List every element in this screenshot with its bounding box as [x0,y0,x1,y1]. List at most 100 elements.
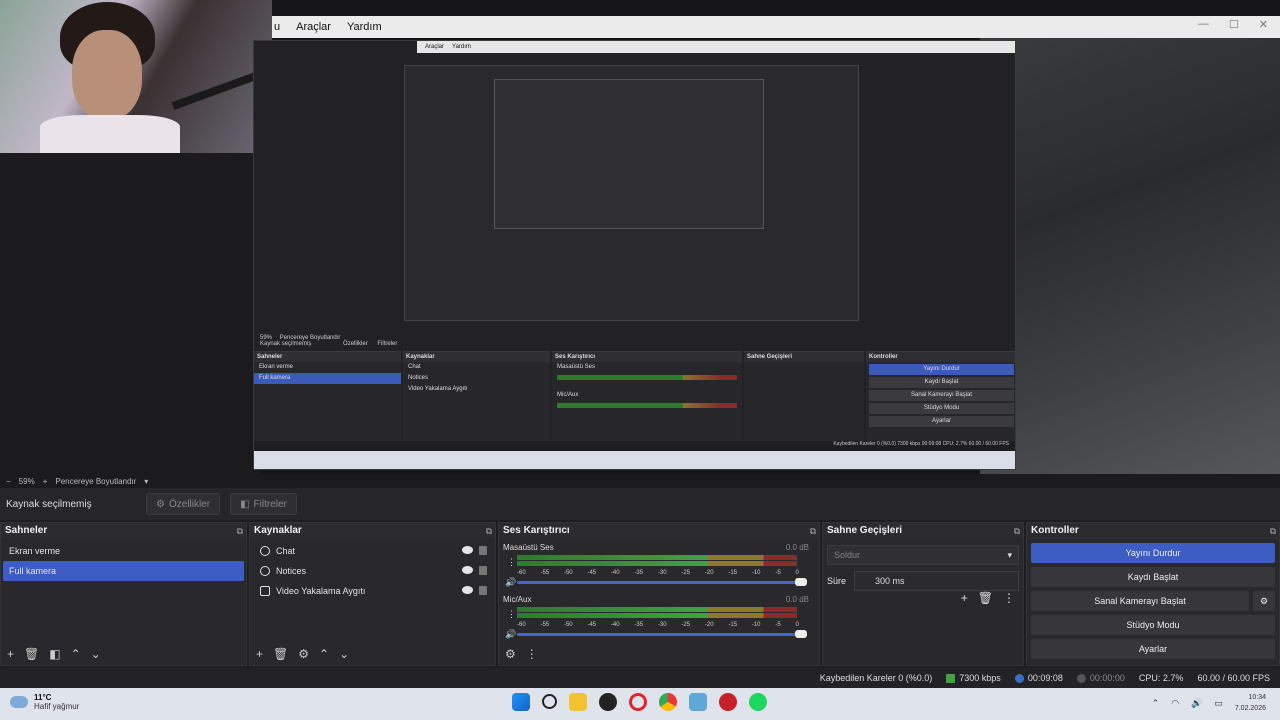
opera-icon[interactable] [629,693,647,711]
nested-source-item: Video Yakalama Aygıtı [408,386,468,392]
nested-control-btn: Yayını Durdur [869,364,1014,375]
add-icon[interactable]: + [256,647,263,661]
duration-label: Süre [827,576,847,586]
nested-source-item: Chat [408,364,421,370]
settings-button[interactable]: Ayarlar [1031,639,1275,659]
browser-source-icon [260,566,270,576]
move-up-icon[interactable]: ⌃ [71,647,81,661]
volume-slider[interactable] [517,578,807,586]
undock-icon[interactable]: ⧉ [1014,523,1020,539]
camera-icon [260,586,270,596]
undock-icon[interactable]: ⧉ [486,523,492,539]
scene-item[interactable]: Full kamera [3,561,244,581]
resize-to-window-label[interactable]: Pencereye Boyutlandır [55,477,136,486]
fps-value: 60.00 / 60.00 FPS [1197,673,1270,683]
folder-icon[interactable] [569,693,587,711]
obs-icon[interactable] [599,693,617,711]
network-icon[interactable]: ◠ [1171,698,1179,709]
start-recording-button[interactable]: Kaydı Başlat [1031,567,1275,587]
controls-dock: Kontroller ⧉ Yayını Durdur Kaydı Başlat … [1026,522,1280,666]
nested-trans-title: Sahne Geçişleri [744,352,864,362]
source-item[interactable]: Chat [252,541,493,561]
scene-item[interactable]: Ekran verme [3,541,244,561]
nested-sources-title: Kaynaklar [403,352,550,362]
battery-icon[interactable]: ▭ [1214,698,1223,709]
audio-settings-icon[interactable]: ⚙ [505,647,516,661]
channel-db: 0.0 dB [785,595,809,604]
spotify-icon[interactable] [749,693,767,711]
stop-stream-button[interactable]: Yayını Durdur [1031,543,1275,563]
audio-mixer-dock: Ses Karıştırıcı ⧉ Masaüstü Ses 0.0 dB ⋮ … [498,522,820,666]
eye-icon[interactable] [462,566,473,574]
trash-icon[interactable]: 🗑 [273,647,288,661]
add-icon[interactable]: + [961,591,968,605]
signal-icon [946,674,956,684]
chrome-icon[interactable] [659,693,677,711]
kebab-menu-icon[interactable]: ⋮ [526,647,538,661]
nested-docks: Sahneler Ekran verme Full kamera Kaynakl… [254,351,1015,451]
nested-props: Özellikler [343,341,368,347]
zoom-out-button[interactable]: − [6,477,11,486]
transition-actions: + 🗑 ⋮ [961,591,1015,605]
zoom-in-button[interactable]: + [43,477,48,486]
volume-slider[interactable] [517,630,807,638]
source-item[interactable]: Notices [252,561,493,581]
filters-button[interactable]: ◧ Filtreler [230,493,297,515]
studio-mode-button[interactable]: Stüdyo Modu [1031,615,1275,635]
lock-icon[interactable] [479,586,487,595]
speaker-icon[interactable]: 🔊 [505,577,516,588]
virtual-camera-settings-icon[interactable]: ⚙ [1253,591,1275,611]
undock-icon[interactable]: ⧉ [810,523,816,539]
start-virtual-camera-button[interactable]: Sanal Kamerayı Başlat [1031,591,1249,611]
menu-item-help: Yardım [346,21,382,33]
eye-icon[interactable] [462,546,473,554]
preview-canvas[interactable]: u Araçlar Yardım — ☐ ✕ Araçlar Yardım 59… [0,0,1280,474]
clock[interactable]: 10:34 7.02.2026 [1235,692,1266,714]
channel-db: 0.0 dB [785,543,809,552]
settings-icon[interactable] [689,693,707,711]
slider-knob[interactable] [795,630,807,638]
lock-icon[interactable] [479,546,487,555]
eye-icon[interactable] [462,586,473,594]
chevron-up-icon[interactable]: ⌃ [1152,698,1160,709]
transition-select[interactable]: Soldur ▾ [827,545,1019,565]
menu-item-partial: u [274,21,281,33]
slider-knob[interactable] [795,578,807,586]
move-down-icon[interactable]: ⌄ [339,647,349,661]
dropped-frames: Kaybedilen Kareler 0 (%0.0) [819,673,933,683]
lock-icon[interactable] [479,566,487,575]
start-icon[interactable] [512,693,530,711]
mixer-footer: ⚙ ⋮ [499,643,819,665]
kebab-menu-icon[interactable]: ⋮ [1003,591,1015,605]
volume-meter [517,555,797,567]
trash-icon[interactable]: 🗑 [24,647,39,661]
undock-icon[interactable]: ⧉ [237,523,243,539]
search-icon[interactable] [542,694,557,709]
bitrate-indicator: 7300 kbps [946,673,1001,684]
nested-status: Kaybedilen Kareler 0 (%0.0) 7300 kbps 00… [254,441,1015,451]
meter-scale: -60 -55 -50 -45 -40 -35 -30 -25 -20 -15 -10 -5 0 [517,622,799,628]
close-icon: ✕ [1258,19,1268,31]
source-item[interactable]: Video Yakalama Aygıtı [252,581,493,601]
app-red-icon[interactable] [719,693,737,711]
move-down-icon[interactable]: ⌄ [91,647,101,661]
webcam-feed [0,0,272,153]
add-icon[interactable]: + [7,647,14,661]
undock-icon[interactable]: ⧉ [1270,523,1276,539]
trash-icon[interactable]: 🗑 [978,591,993,605]
captured-menubar: u Araçlar Yardım [272,16,1280,38]
gear-icon[interactable]: ⚙ [298,647,309,661]
filter-icon[interactable]: ◧ [49,647,60,661]
chevron-down-icon: ▾ [1007,550,1012,560]
move-up-icon[interactable]: ⌃ [319,647,329,661]
chevron-down-icon[interactable]: ▾ [144,477,148,486]
captured-window-controls: — ☐ ✕ [1198,18,1268,31]
volume-icon[interactable]: 🔊 [1191,698,1202,709]
nested-menu-help: Yardım [452,44,471,50]
weather-widget[interactable]: 11°C Hafif yağmur [10,693,79,711]
kebab-menu-icon[interactable]: ⋮ [507,557,516,568]
kebab-menu-icon[interactable]: ⋮ [507,609,516,620]
duration-input[interactable]: 300 ms [854,571,1019,591]
speaker-icon[interactable]: 🔊 [505,629,516,640]
properties-button[interactable]: ⚙ Özellikler [146,493,221,515]
